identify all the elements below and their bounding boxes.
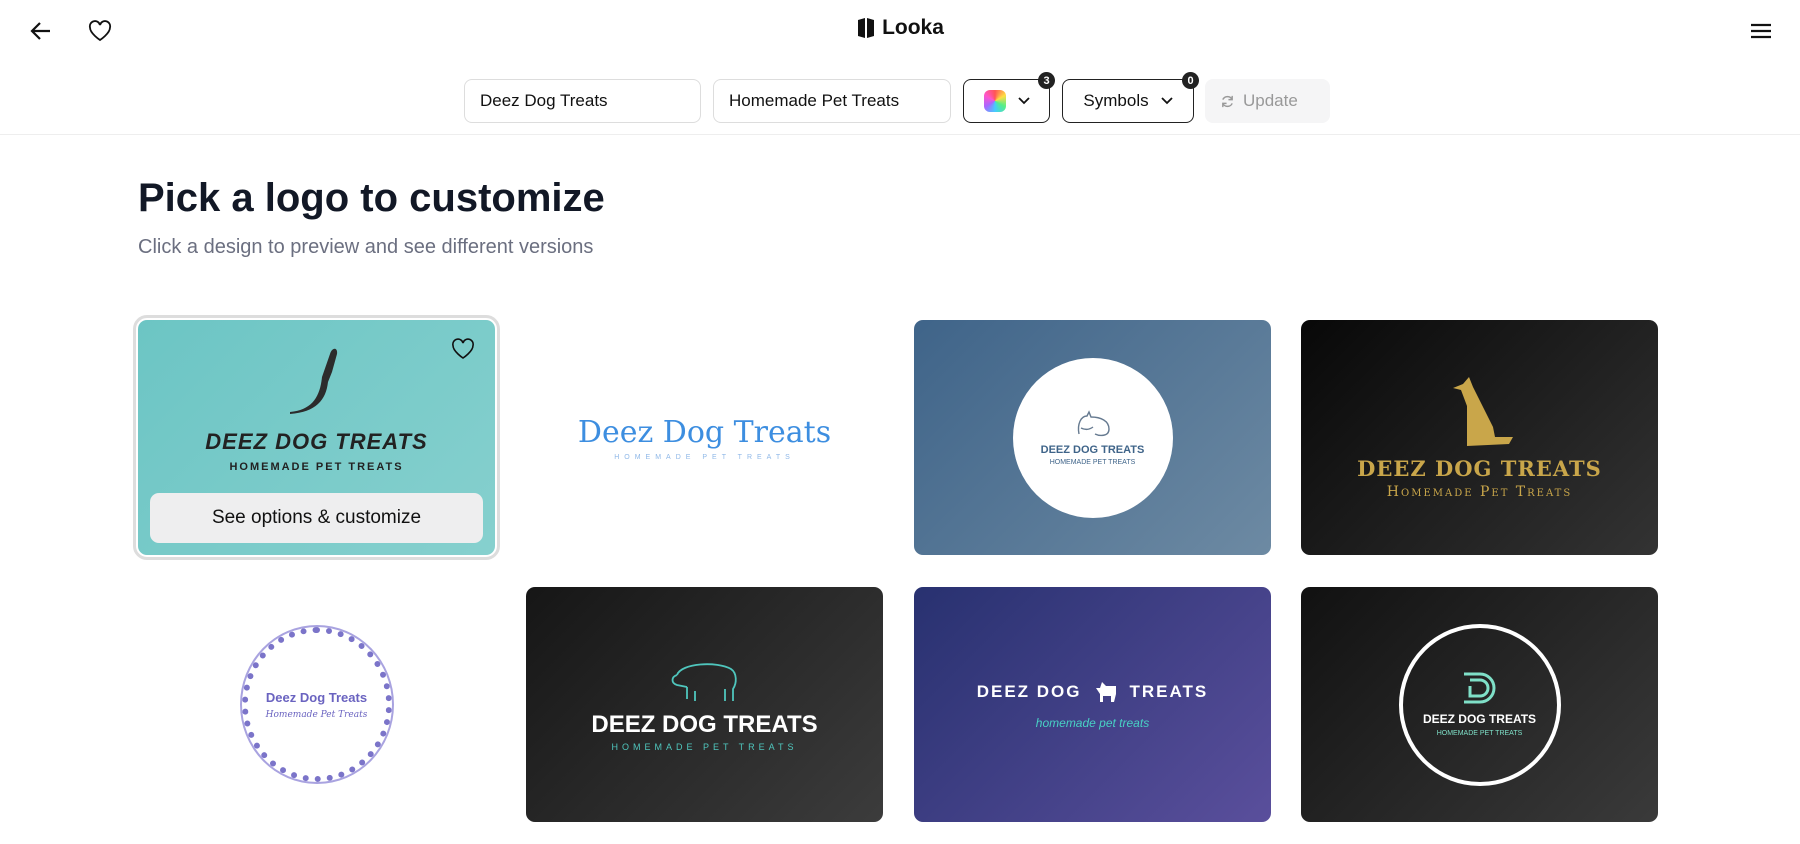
logo-tagline: Homemade Pet Treats (265, 709, 368, 720)
logo-card[interactable]: DEEZ DOG TREATS homemade pet treats (914, 587, 1271, 822)
pig-icon (671, 663, 737, 701)
logo-tagline: homemade pet treats (1035, 715, 1150, 730)
d-monogram-icon (1463, 672, 1495, 704)
logo-tagline: Homemade Pet Treats (1386, 483, 1573, 500)
logo-badge-circle: Deez Dog Treats Homemade Pet Treats (241, 627, 392, 782)
logo-card[interactable]: DEEZ DOG TREATS HOMEMADE PET TREATS See … (133, 315, 500, 560)
slogan-input[interactable]: Homemade Pet Treats (713, 79, 951, 123)
symbols-count-badge: 0 (1182, 72, 1199, 89)
logo-name: DEEZ DOG TREATS (591, 711, 818, 738)
logo-card[interactable]: DEEZ DOG TREATS Homemade Pet Treats (1301, 320, 1658, 555)
logo-card[interactable]: Deez Dog Treats HOMEMADE PET TREATS (526, 320, 883, 555)
page-subtitle: Click a design to preview and see differ… (138, 236, 594, 258)
page-title: Pick a logo to customize (138, 176, 605, 220)
dog-icon (1095, 681, 1116, 702)
logo-name: DEEZ DOG TREATS (205, 429, 428, 454)
menu-button[interactable] (1745, 15, 1777, 47)
logo-card[interactable]: DEEZ DOG TREATS HOMEMADE PET TREATS (914, 320, 1271, 555)
update-label: Update (1243, 91, 1298, 110)
logo-tagline: HOMEMADE PET TREATS (614, 453, 795, 461)
company-name-input[interactable]: Deez Dog Treats (464, 79, 701, 123)
chevron-down-icon (1160, 97, 1173, 105)
update-button[interactable]: Update (1205, 79, 1330, 123)
hamburger-icon (1751, 23, 1771, 39)
logo-tagline: HOMEMADE PET TREATS (611, 742, 798, 752)
brand-logo[interactable]: Looka (0, 16, 1800, 40)
lizard-icon (289, 348, 337, 414)
logo-badge-circle: DEEZ DOG TREATS HOMEMADE PET TREATS (1398, 623, 1561, 786)
looka-logo-icon (858, 18, 875, 38)
logo-name-2: TREATS (1129, 681, 1209, 701)
logo-name: DEEZ DOG TREATS (1422, 712, 1537, 726)
heart-icon (452, 338, 474, 359)
refresh-icon (1222, 95, 1233, 107)
logo-tagline: HOMEMADE PET TREATS (1436, 730, 1523, 737)
logo-name: Deez Dog Treats (577, 414, 832, 450)
logo-tagline: HOMEMADE PET TREATS (229, 461, 404, 473)
chevron-down-icon (1017, 97, 1030, 105)
logo-name: DEEZ DOG TREATS (1357, 455, 1602, 481)
dog-icon (1452, 376, 1513, 446)
see-options-button[interactable]: See options & customize (150, 493, 483, 543)
logo-tagline: HOMEMADE PET TREATS (1049, 458, 1136, 466)
header-divider (0, 134, 1800, 135)
logo-card[interactable]: Deez Dog Treats Homemade Pet Treats (138, 587, 495, 822)
logo-card[interactable]: DEEZ DOG TREATS HOMEMADE PET TREATS (526, 587, 883, 822)
logo-wordmark: DEEZ DOG TREATS (977, 680, 1209, 704)
cat-icon (1077, 409, 1110, 436)
logo-card[interactable]: DEEZ DOG TREATS HOMEMADE PET TREATS (1301, 587, 1658, 822)
favorite-button[interactable] (451, 338, 475, 365)
symbols-label: Symbols (1083, 91, 1149, 110)
symbols-dropdown[interactable]: Symbols 0 (1062, 72, 1199, 123)
logo-name: DEEZ DOG (976, 681, 1082, 701)
colors-dropdown[interactable]: 3 (963, 72, 1055, 123)
logo-badge-circle: DEEZ DOG TREATS HOMEMADE PET TREATS (1012, 357, 1173, 518)
colors-count-badge: 3 (1038, 72, 1055, 89)
logo-name: DEEZ DOG TREATS (1040, 443, 1145, 456)
color-palette-icon (983, 90, 1006, 112)
brand-name: Looka (882, 16, 944, 39)
logo-name: Deez Dog Treats (265, 689, 368, 705)
